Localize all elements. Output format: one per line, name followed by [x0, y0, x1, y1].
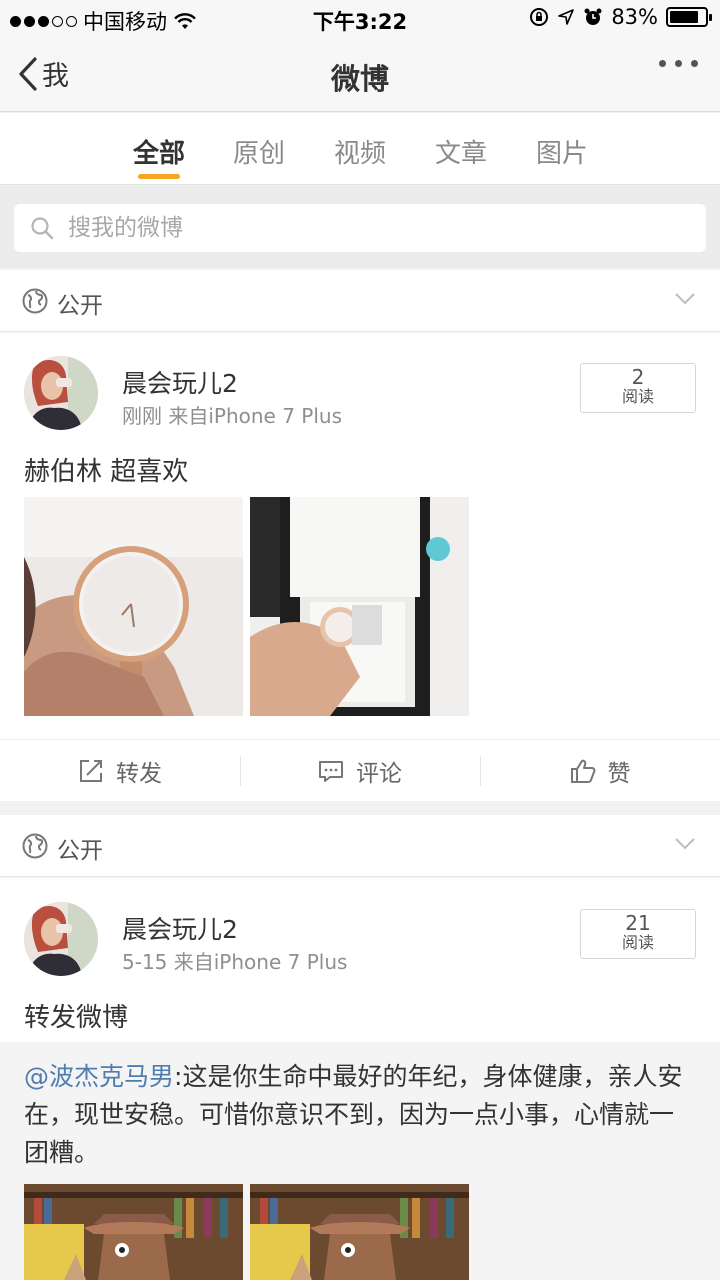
post-action-bar: 转发 评论 赞: [0, 739, 720, 801]
visibility-label: 公开: [57, 838, 103, 864]
read-count-badge: 2 阅读: [580, 363, 696, 413]
repost-image[interactable]: [250, 1184, 469, 1280]
battery-level: [670, 11, 699, 23]
battery-icon: [666, 7, 712, 27]
repost-block[interactable]: @波杰克马男:这是你生命中最好的年纪，身体健康，亲人安在，现世安稳。可惜你意识不…: [0, 1042, 720, 1280]
username[interactable]: 晨会玩儿2: [122, 364, 238, 400]
repost-button[interactable]: 转发: [0, 740, 240, 801]
active-tab-indicator: [138, 174, 180, 179]
location-icon: [558, 9, 575, 25]
post-card: 晨会玩儿2 刚刚 来自iPhone 7 Plus 2 阅读 赫伯林 超喜欢 转发…: [0, 333, 720, 801]
like-button[interactable]: 赞: [480, 740, 720, 801]
avatar[interactable]: [24, 902, 98, 976]
page-title: 微博: [330, 62, 389, 96]
visibility-row[interactable]: 公开: [0, 815, 720, 877]
repost-text: @波杰克马男:这是你生命中最好的年纪，身体健康，亲人安在，现世安稳。可惜你意识不…: [24, 1058, 696, 1172]
search-box[interactable]: [14, 204, 706, 252]
search-area: [0, 186, 720, 268]
post-meta: 刚刚 来自iPhone 7 Plus: [122, 404, 343, 428]
username[interactable]: 晨会玩儿2: [122, 910, 238, 946]
chevron-down-icon[interactable]: [674, 837, 696, 851]
post-image-watch-hand[interactable]: [24, 497, 243, 716]
comment-button[interactable]: 评论: [240, 740, 480, 801]
tab-video[interactable]: 视频: [334, 133, 386, 170]
share-icon: [80, 759, 102, 782]
chevron-down-icon[interactable]: [674, 292, 696, 306]
avatar[interactable]: [24, 356, 98, 430]
search-input[interactable]: [68, 215, 628, 241]
battery-percent: 83%: [611, 5, 658, 29]
read-count-badge: 21 阅读: [580, 909, 696, 959]
thumbs-up-icon: [570, 759, 595, 783]
post-image-watch-box[interactable]: [250, 497, 469, 716]
comment-icon: [319, 760, 343, 782]
tab-original[interactable]: 原创: [233, 133, 285, 170]
search-icon: [31, 217, 54, 240]
avatar-image: [24, 902, 98, 976]
post-meta: 5-15 来自iPhone 7 Plus: [122, 950, 348, 974]
avatar-image: [24, 356, 98, 430]
read-label: 阅读: [621, 387, 654, 406]
status-bar: 中国移动 下午3:22 83%: [0, 0, 720, 36]
read-label: 阅读: [621, 933, 654, 952]
filter-tabs: 全部 原创 视频 文章 图片: [0, 113, 720, 185]
navigation-bar: 我 微博: [0, 36, 720, 112]
comment-label: 评论: [356, 760, 402, 787]
alarm-icon: [584, 8, 602, 25]
visibility-row[interactable]: 公开: [0, 270, 720, 332]
rotation-lock-icon: [530, 8, 549, 26]
post-text: 赫伯林 超喜欢: [24, 457, 189, 487]
status-right: 83%: [529, 5, 712, 29]
mention-link[interactable]: @波杰克马男: [24, 1062, 174, 1091]
read-count: 21: [625, 911, 651, 935]
visibility-label: 公开: [57, 293, 103, 319]
post-text: 转发微博: [24, 1003, 129, 1033]
tab-all[interactable]: 全部: [133, 133, 185, 170]
globe-icon: [22, 288, 48, 314]
tab-images[interactable]: 图片: [536, 133, 588, 170]
like-label: 赞: [607, 760, 631, 787]
repost-label: 转发: [116, 760, 162, 787]
tab-articles[interactable]: 文章: [435, 133, 487, 170]
repost-image[interactable]: [24, 1184, 243, 1280]
post-card: 晨会玩儿2 5-15 来自iPhone 7 Plus 21 阅读 转发微博: [0, 878, 720, 1042]
more-options-button[interactable]: [659, 60, 698, 67]
read-count: 2: [631, 365, 645, 389]
globe-icon: [22, 833, 48, 859]
